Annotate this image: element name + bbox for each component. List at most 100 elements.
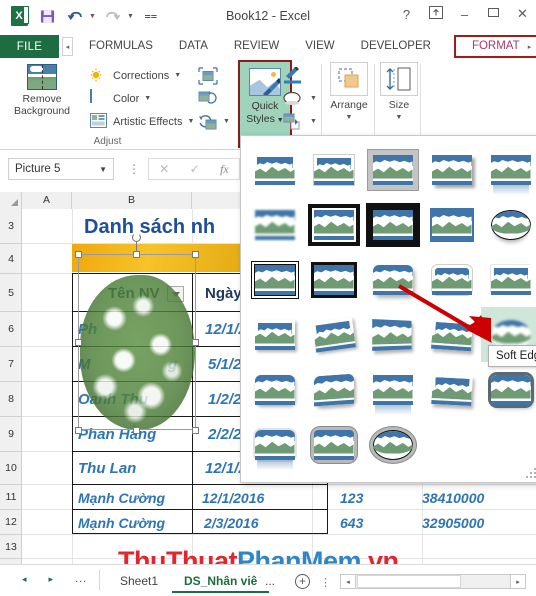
style-item-18[interactable] bbox=[363, 307, 422, 362]
restore-icon[interactable] bbox=[486, 7, 501, 21]
minimize-icon[interactable]: – bbox=[457, 7, 472, 22]
change-picture-button[interactable] bbox=[198, 87, 238, 110]
compress-pictures-button[interactable] bbox=[198, 64, 238, 87]
resize-handle-tc[interactable] bbox=[133, 251, 140, 258]
style-item-5[interactable] bbox=[481, 142, 536, 197]
picture-border-button[interactable] bbox=[283, 64, 323, 87]
tab-review[interactable]: REVIEW bbox=[221, 35, 292, 58]
corrections-button[interactable]: Corrections ▼ bbox=[90, 64, 210, 87]
row-header-6[interactable]: 6 bbox=[0, 312, 22, 347]
style-item-3[interactable] bbox=[363, 142, 422, 197]
style-item-8[interactable] bbox=[363, 197, 422, 252]
style-item-26[interactable] bbox=[245, 417, 304, 472]
arrange-button[interactable]: Arrange ▼ bbox=[325, 62, 373, 124]
ribbon-display-options-icon[interactable] bbox=[428, 6, 443, 22]
style-item-6[interactable] bbox=[245, 197, 304, 252]
size-button[interactable]: Size ▼ bbox=[378, 62, 420, 124]
name-box-caret-icon[interactable]: ▼ bbox=[99, 165, 107, 174]
style-item-14[interactable] bbox=[422, 252, 481, 307]
tab-scroll-left-icon[interactable]: ◂ bbox=[62, 37, 73, 56]
row-header-3[interactable]: 3 bbox=[0, 209, 22, 244]
close-icon[interactable]: ✕ bbox=[515, 6, 530, 22]
sheet-tab-more[interactable]: ... bbox=[253, 569, 287, 593]
style-item-13[interactable] bbox=[363, 252, 422, 307]
name-box[interactable]: Picture 5 ▼ bbox=[8, 158, 114, 180]
color-button[interactable]: Color ▼ bbox=[90, 87, 210, 110]
reset-picture-caret-icon[interactable]: ▼ bbox=[223, 118, 230, 125]
row-header-8[interactable]: 8 bbox=[0, 382, 22, 417]
style-item-15[interactable] bbox=[481, 252, 536, 307]
color-caret-icon[interactable]: ▼ bbox=[144, 95, 151, 102]
style-item-7[interactable] bbox=[304, 197, 363, 252]
column-header-a[interactable]: A bbox=[22, 192, 72, 209]
resize-handle-tr[interactable] bbox=[192, 251, 199, 258]
hscroll-thumb[interactable] bbox=[357, 575, 461, 588]
artistic-effects-button[interactable]: Artistic Effects ▼ bbox=[90, 110, 210, 133]
horizontal-scrollbar[interactable]: ◂ ▸ bbox=[340, 574, 526, 589]
row-header-5[interactable]: 5 bbox=[0, 274, 22, 312]
select-all-corner[interactable] bbox=[0, 192, 22, 209]
resize-handle-bl[interactable] bbox=[75, 427, 82, 434]
tab-developer[interactable]: DEVELOPER bbox=[348, 35, 444, 58]
remove-background-button[interactable]: Remove Background bbox=[3, 62, 81, 117]
tab-data[interactable]: DATA bbox=[166, 35, 221, 58]
cell-name-r11[interactable]: Mạnh Cường bbox=[78, 487, 165, 508]
rotate-handle[interactable] bbox=[132, 233, 141, 242]
row-header-4[interactable]: 4 bbox=[0, 244, 22, 274]
resize-handle-tl[interactable] bbox=[75, 251, 82, 258]
help-icon[interactable]: ? bbox=[399, 7, 414, 22]
style-item-16[interactable] bbox=[245, 307, 304, 362]
hscroll-right-icon[interactable]: ▸ bbox=[510, 575, 525, 588]
style-item-10[interactable] bbox=[481, 197, 536, 252]
style-item-17[interactable] bbox=[304, 307, 363, 362]
style-item-24[interactable] bbox=[422, 362, 481, 417]
column-header-b[interactable]: B bbox=[72, 192, 192, 209]
reset-picture-button[interactable]: ▼ bbox=[198, 110, 238, 133]
style-item-22[interactable] bbox=[304, 362, 363, 417]
row-header-13[interactable]: 13 bbox=[0, 535, 22, 559]
tab-view[interactable]: VIEW bbox=[292, 35, 347, 58]
cell-c-r12[interactable]: 643 bbox=[340, 512, 363, 533]
picture-effects-caret-icon[interactable]: ▼ bbox=[310, 95, 317, 102]
style-item-11[interactable] bbox=[245, 252, 304, 307]
cell-d-r12[interactable]: 32905000 bbox=[422, 512, 484, 533]
cell-date-r12[interactable]: 2/3/2016 bbox=[204, 512, 259, 533]
last-sheet-icon[interactable]: ▸ bbox=[49, 574, 54, 585]
artistic-effects-caret-icon[interactable]: ▼ bbox=[187, 118, 194, 125]
row-header-10[interactable]: 10 bbox=[0, 452, 22, 485]
size-caret-icon[interactable]: ▼ bbox=[396, 112, 403, 124]
sheet-nav-dots[interactable]: ... bbox=[75, 573, 87, 585]
style-item-9[interactable] bbox=[422, 197, 481, 252]
style-item-28[interactable] bbox=[363, 417, 422, 472]
style-item-12[interactable] bbox=[304, 252, 363, 307]
cell-name-r12[interactable]: Mạnh Cường bbox=[78, 512, 165, 533]
resize-handle-ml[interactable] bbox=[75, 339, 82, 346]
hscroll-left-icon[interactable]: ◂ bbox=[341, 575, 356, 588]
tab-file[interactable]: FILE bbox=[0, 35, 59, 58]
insert-function-icon[interactable]: fx bbox=[220, 162, 229, 177]
style-item-2[interactable] bbox=[304, 142, 363, 197]
add-sheet-button[interactable]: + bbox=[295, 574, 310, 589]
first-sheet-icon[interactable]: ◂ bbox=[22, 574, 27, 585]
style-item-21[interactable] bbox=[245, 362, 304, 417]
corrections-caret-icon[interactable]: ▼ bbox=[174, 72, 181, 79]
quick-styles-gallery[interactable] bbox=[240, 135, 536, 483]
cell-date-r11[interactable]: 12/1/2016 bbox=[202, 487, 264, 508]
style-item-25[interactable] bbox=[481, 362, 536, 417]
sheet-tab-sheet1[interactable]: Sheet1 bbox=[108, 569, 170, 593]
style-item-27[interactable] bbox=[304, 417, 363, 472]
tab-scroll-right-icon[interactable]: ▸ bbox=[524, 37, 535, 56]
style-item-19[interactable] bbox=[422, 307, 481, 362]
enter-formula-icon[interactable]: ✓ bbox=[190, 162, 200, 176]
row-header-7[interactable]: 7 bbox=[0, 347, 22, 382]
arrange-caret-icon[interactable]: ▼ bbox=[346, 112, 353, 124]
cell-d-r11[interactable]: 38410000 bbox=[422, 487, 484, 508]
tab-formulas[interactable]: FORMULAS bbox=[76, 35, 166, 58]
style-item-23[interactable] bbox=[363, 362, 422, 417]
picture-effects-button[interactable]: ▼ bbox=[283, 87, 323, 110]
style-item-1[interactable] bbox=[245, 142, 304, 197]
cell-name-r10[interactable]: Thu Lan bbox=[78, 455, 136, 481]
sheet-bar-menu-icon[interactable]: ⋮ bbox=[320, 576, 331, 589]
row-header-12[interactable]: 12 bbox=[0, 510, 22, 535]
picture-layout-button[interactable]: ▼ bbox=[283, 110, 323, 133]
